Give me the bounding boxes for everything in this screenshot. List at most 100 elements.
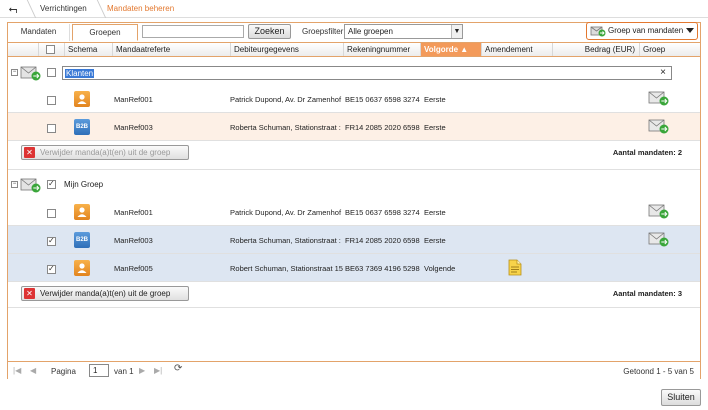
remove-from-group-button[interactable]: ✕ Verwijder manda(a)t(en) uit de groep [21,145,189,160]
account-number: BE15 0637 6598 3274 [345,208,420,217]
b2b-schema-icon: B2B [74,119,90,135]
breadcrumb: ⮢ Verrichtingen Mandaten beheren [0,0,708,18]
close-button[interactable]: Sluiten [661,389,701,406]
table-row[interactable]: B2B ManRef003 Roberta Schuman, Stationst… [8,113,700,141]
group-filter-select[interactable]: Alle groepen ▼ [344,24,463,39]
remove-from-group-label: Verwijder manda(a)t(en) uit de groep [40,289,171,298]
column-header-rekeningnummer[interactable]: Rekeningnummer [343,43,420,56]
row-checkbox[interactable] [47,236,56,246]
group-checkbox[interactable] [47,179,56,189]
mandate-reference: ManRef005 [114,264,153,273]
group-filter-value: Alle groepen [348,27,393,36]
remove-from-group-label: Verwijder manda(a)t(en) uit de groep [40,148,171,157]
column-header-volgorde[interactable]: Volgorde ▲ [420,43,481,56]
debtor-details: Patrick Dupond, Av. Dr Zamenhof [230,208,342,217]
divider [8,169,700,170]
table-row[interactable]: ManRef001 Patrick Dupond, Av. Dr Zamenho… [8,85,700,113]
group-checkbox[interactable] [47,68,56,77]
previous-page-icon[interactable]: ◀ [30,366,36,376]
collapse-icon[interactable]: − [11,181,18,188]
debtor-details: Patrick Dupond, Av. Dr Zamenhof [230,95,342,104]
table-header: Schema Mandaatreferte Debiteurgegevens R… [8,42,700,57]
column-header-groep[interactable]: Groep [639,43,700,56]
debtor-details: Roberta Schuman, Stationstraat : [230,123,341,132]
table-row[interactable]: B2B ManRef003 Roberta Schuman, Stationst… [8,226,700,254]
row-checkbox[interactable] [47,209,56,218]
column-header-mandaatreferte[interactable]: Mandaatreferte [112,43,230,56]
sequence: Eerste [424,95,446,104]
b2b-schema-icon: B2B [74,232,90,248]
search-input[interactable] [142,25,244,38]
tab-mandaten[interactable]: Mandaten [8,24,70,41]
group-name-value: Klanten [65,69,95,78]
breadcrumb-separator [87,0,107,18]
group-mandate-icon[interactable] [648,202,670,220]
refresh-icon[interactable]: ⟳ [174,364,182,374]
person-schema-icon [74,260,90,276]
breadcrumb-mandaten-beheren: Mandaten beheren [107,4,175,13]
header-select-all [38,43,64,56]
select-all-checkbox[interactable] [46,45,55,54]
column-header-schema[interactable]: Schema [64,43,112,56]
account-number: FR14 2085 2020 6598 [345,236,420,245]
group-row-mijn-groep: − Mijn Groep [8,174,700,196]
group-filter-label: Groepsfilter [302,27,344,36]
breadcrumb-verrichtingen[interactable]: Verrichtingen [40,4,87,14]
chevron-down-icon: ▼ [451,25,462,38]
page-label: Pagina [51,367,76,376]
group-of-mandates-label: Groep van mandaten [608,26,684,35]
divider [8,307,700,308]
delete-icon: ✕ [24,288,35,299]
remove-from-group-button[interactable]: ✕ Verwijder manda(a)t(en) uit de groep [21,286,189,301]
sequence: Eerste [424,208,446,217]
tab-groepen[interactable]: Groepen [72,24,138,41]
group-of-mandates-button[interactable]: Groep van mandaten [586,22,698,40]
results-shown: Getoond 1 - 5 van 5 [623,367,694,376]
person-schema-icon [74,91,90,107]
column-header-debiteurgegevens[interactable]: Debiteurgegevens [230,43,343,56]
row-checkbox[interactable] [47,96,56,105]
row-checkbox[interactable] [47,264,56,274]
page-number-input[interactable]: 1 [89,364,109,377]
debtor-details: Roberta Schuman, Stationstraat : [230,236,341,245]
mandate-reference: ManRef003 [114,123,153,132]
delete-icon: ✕ [24,147,35,158]
mandate-reference: ManRef001 [114,95,153,104]
table-row[interactable]: ManRef001 Patrick Dupond, Av. Dr Zamenho… [8,198,700,226]
sequence: Volgende [424,264,456,273]
group-mandate-icon[interactable] [648,230,670,248]
collapse-icon[interactable]: − [11,69,18,76]
column-header-amendement[interactable]: Amendement [481,43,552,56]
account-number: BE15 0637 6598 3274 [345,95,420,104]
last-page-icon[interactable]: ▶| [154,366,162,376]
amendment-note-icon[interactable] [508,259,522,276]
group-mandate-icon[interactable] [648,89,670,107]
group-icon [20,178,41,193]
account-number: BE63 7369 4196 5298 [345,264,420,273]
column-header-bedrag[interactable]: Bedrag (EUR) [552,43,639,56]
first-page-icon[interactable]: |◀ [13,366,21,376]
page-total: van 1 [114,367,134,376]
mandate-count: Aantal mandaten: 2 [612,148,682,157]
person-schema-icon [74,204,90,220]
caret-down-icon [686,28,694,33]
account-number: FR14 2085 2020 6598 [345,123,420,132]
group-mandate-icon[interactable] [648,117,670,135]
table-row[interactable]: ManRef005 Robert Schuman, Stationstraat … [8,254,700,282]
mandate-count: Aantal mandaten: 3 [612,289,682,298]
group-name: Mijn Groep [64,180,104,189]
sequence: Eerste [424,123,446,132]
group-footer: ✕ Verwijder manda(a)t(en) uit de groep A… [8,143,700,163]
row-checkbox[interactable] [47,124,56,133]
group-icon [20,66,41,81]
mandate-reference: ManRef003 [114,236,153,245]
group-mandate-icon [590,26,606,37]
group-footer: ✕ Verwijder manda(a)t(en) uit de groep A… [8,284,700,304]
close-icon[interactable]: × [660,67,666,79]
mandate-reference: ManRef001 [114,208,153,217]
search-button[interactable]: Zoeken [248,24,291,39]
sequence: Eerste [424,236,446,245]
next-page-icon[interactable]: ▶ [139,366,145,376]
debtor-details: Robert Schuman, Stationstraat 15 [230,264,343,273]
group-name-input[interactable]: Klanten × [62,66,672,80]
